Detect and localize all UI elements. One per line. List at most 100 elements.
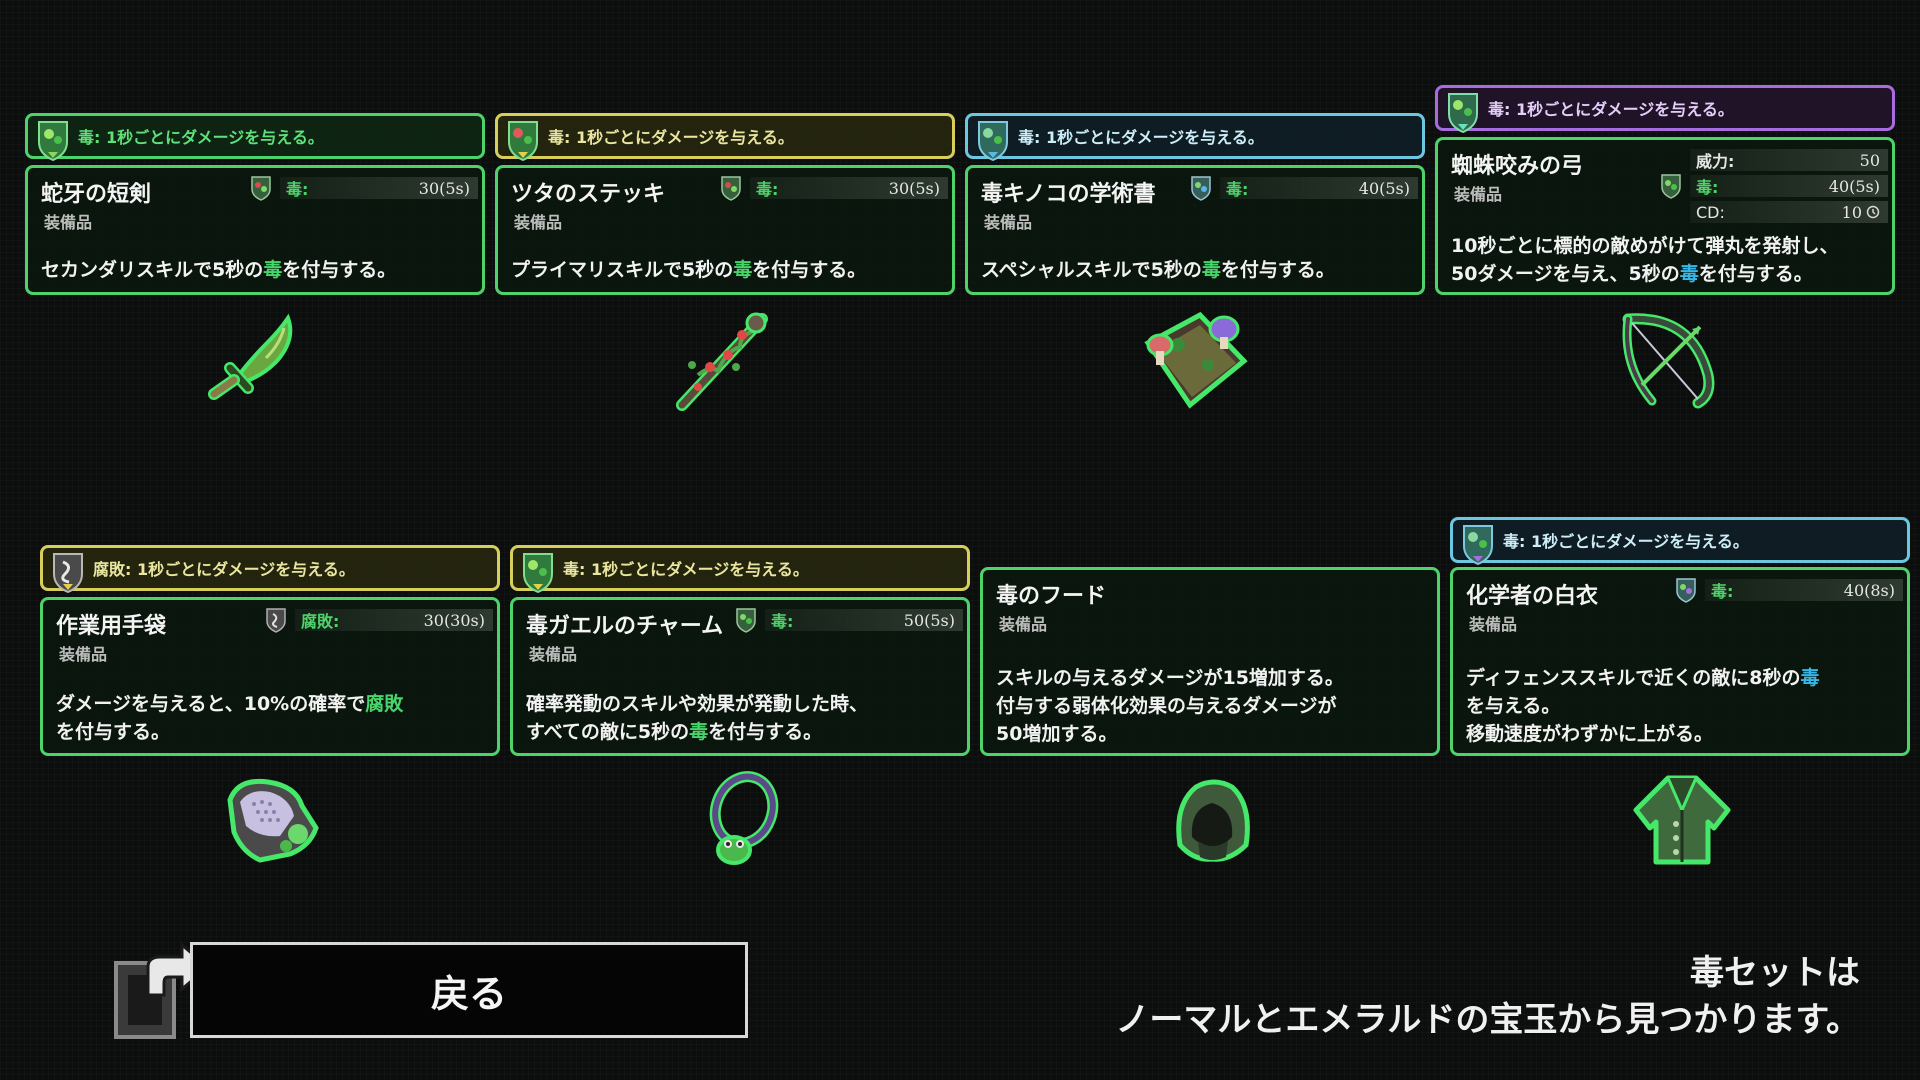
item-info-card: 作業用手袋 装備品 腐敗: 30(30s) ダメージを与えると、10%の確率で腐敗… — [40, 597, 500, 756]
stat-label: 毒: — [1696, 178, 1719, 197]
frog-charm-icon — [709, 771, 779, 865]
poison-shield-icon — [523, 553, 553, 594]
item-card-frog-charm[interactable]: 毒: 1秒ごとにダメージを与える。 毒ガエルのチャーム 装備品 毒: 50(5s)… — [510, 545, 970, 756]
dagger-icon — [208, 313, 293, 400]
item-type: 装備品 — [999, 615, 1048, 634]
item-name: 毒ガエルのチャーム — [526, 614, 724, 639]
stat-poison: 毒: 30(5s) — [720, 176, 948, 201]
item-description: 10秒ごとに標的の敵めがけて弾丸を発射し、 50ダメージを与え、5秒の毒を付与す… — [1451, 235, 1839, 285]
item-description: ディフェンススキルで近くの敵に8秒の毒 を与える。 移動速度がわずかに上がる。 — [1466, 667, 1820, 745]
item-card-poison-hood[interactable]: 毒のフード 装備品 スキルの与えるダメージが15増加する。 付与する弱体化効果の… — [980, 567, 1440, 756]
item-card-work-gloves[interactable]: 腐敗: 1秒ごとにダメージを与える。 作業用手袋 装備品 腐敗: 30(30s) … — [40, 545, 500, 756]
stat-poison: 毒: 40(8s) — [1675, 578, 1903, 603]
poison-shield-icon — [251, 176, 271, 201]
stat-value: 10 — [1841, 202, 1862, 222]
stat-value: 40(8s) — [1843, 580, 1895, 600]
stat-cooldown: CD: 10 — [1660, 200, 1888, 224]
item-type: 装備品 — [1454, 185, 1503, 204]
item-card-chemist-coat[interactable]: 毒: 1秒ごとにダメージを与える。 化学者の白衣 装備品 毒: 40(8s) ディ… — [1450, 517, 1910, 756]
item-info-card: 毒ガエルのチャーム 装備品 毒: 50(5s) 確率発動のスキルや効果が発動した時… — [510, 597, 970, 756]
stat-value: 30(5s) — [888, 178, 940, 198]
item-description: ダメージを与えると、10%の確率で腐敗 を付与する。 — [56, 693, 404, 743]
banner-text: 腐敗: 1秒ごとにダメージを与える。 — [93, 560, 355, 579]
banner-text: 毒: 1秒ごとにダメージを与える。 — [548, 128, 794, 147]
poison-shield-icon — [1676, 578, 1696, 603]
status-banner: 毒: 1秒ごとにダメージを与える。 — [25, 113, 485, 162]
status-banner: 腐敗: 1秒ごとにダメージを与える。 — [40, 545, 500, 594]
stat-value: 30(5s) — [418, 178, 470, 198]
item-type: 装備品 — [529, 645, 578, 664]
mushroom-book-icon — [1144, 311, 1248, 409]
item-type: 装備品 — [44, 213, 93, 232]
item-name: 蜘蛛咬みの弓 — [1451, 154, 1584, 179]
stat-value: 40(5s) — [1358, 178, 1410, 198]
stat-value: 50(5s) — [903, 610, 955, 630]
stat-poison: 毒: 30(5s) — [250, 176, 478, 201]
vine-staff-icon — [676, 312, 768, 411]
item-type: 装備品 — [984, 213, 1033, 232]
item-description: スキルの与えるダメージが15増加する。 付与する弱体化効果の与えるダメージが 5… — [996, 667, 1344, 745]
item-card-mushroom-tome[interactable]: 毒: 1秒ごとにダメージを与える。 毒キノコの学術書 装備品 毒: 40(5s) … — [965, 113, 1425, 295]
item-info-card: ツタのステッキ 装備品 毒: 30(5s) プライマリスキルで5秒の毒を付与する。 — [495, 165, 955, 295]
poison-shield-icon — [978, 121, 1008, 162]
item-card-snake-fang-dagger[interactable]: 毒: 1秒ごとにダメージを与える。 蛇牙の短剣 装備品 毒: 30(5s) セカン… — [25, 113, 485, 295]
rot-shield-icon — [53, 553, 83, 594]
stat-label: 腐敗: — [301, 612, 340, 631]
item-name: ツタのステッキ — [511, 182, 666, 207]
poison-shield-icon — [38, 121, 68, 162]
status-banner: 毒: 1秒ごとにダメージを与える。 — [1450, 517, 1910, 566]
back-button-label: 戻る — [430, 971, 507, 1016]
item-name: 毒のフード — [996, 584, 1107, 609]
stat-value: 50 — [1859, 150, 1880, 170]
banner-text: 毒: 1秒ごとにダメージを与える。 — [1018, 128, 1264, 147]
item-description: プライマリスキルで5秒の毒を付与する。 — [511, 259, 867, 281]
item-type: 装備品 — [59, 645, 108, 664]
glove-icon — [227, 778, 319, 863]
banner-text: 毒: 1秒ごとにダメージを与える。 — [563, 560, 809, 579]
item-card-vine-staff[interactable]: 毒: 1秒ごとにダメージを与える。 ツタのステッキ 装備品 毒: 30(5s) プ… — [495, 113, 955, 295]
item-type: 装備品 — [514, 213, 563, 232]
stat-rot: 腐敗: 30(30s) — [265, 608, 493, 633]
item-description: 確率発動のスキルや効果が発動した時、 すべての敵に5秒の毒を付与する。 — [526, 693, 869, 743]
stat-poison: 毒: 40(5s) — [1190, 176, 1418, 201]
stat-label: 威力: — [1696, 152, 1735, 171]
status-banner: 毒: 1秒ごとにダメージを与える。 — [965, 113, 1425, 162]
item-card-spider-bite-bow[interactable]: 毒: 1秒ごとにダメージを与える。 蜘蛛咬みの弓 装備品 威力: 50 毒: 40(… — [1435, 85, 1895, 295]
poison-shield-icon — [508, 121, 538, 162]
item-name: 蛇牙の短剣 — [41, 182, 152, 207]
stat-poison: 毒: 50(5s) — [735, 608, 963, 633]
stat-poison: 毒: 40(5s) — [1660, 174, 1888, 199]
item-info-card: 蛇牙の短剣 装備品 毒: 30(5s) セカンダリスキルで5秒の毒を付与する。 — [25, 165, 485, 295]
item-description: セカンダリスキルで5秒の毒を付与する。 — [41, 259, 397, 281]
stat-value-wrap: 10 — [1842, 203, 1880, 222]
status-banner: 毒: 1秒ごとにダメージを与える。 — [510, 545, 970, 594]
poison-shield-icon — [1191, 176, 1211, 201]
banner-text: 毒: 1秒ごとにダメージを与える。 — [1503, 532, 1749, 551]
banner-text: 毒: 1秒ごとにダメージを与える。 — [78, 128, 324, 147]
poison-shield-icon — [721, 176, 741, 201]
stat-label: 毒: — [771, 612, 794, 631]
stat-label: 毒: — [1711, 582, 1734, 601]
stat-label: 毒: — [756, 180, 779, 199]
stat-power: 威力: 50 — [1660, 148, 1888, 172]
stat-label: 毒: — [1226, 180, 1249, 199]
stat-value: 40(5s) — [1828, 176, 1880, 196]
poison-shield-icon — [736, 608, 756, 633]
coat-icon — [1633, 775, 1731, 865]
hood-icon — [1176, 779, 1250, 862]
stat-label: 毒: — [286, 180, 309, 199]
stat-value: 30(30s) — [423, 610, 485, 630]
item-info-card: 毒キノコの学術書 装備品 毒: 40(5s) スペシャルスキルで5秒の毒を付与する… — [965, 165, 1425, 295]
poison-shield-icon — [1448, 93, 1478, 134]
status-banner: 毒: 1秒ごとにダメージを与える。 — [1435, 85, 1895, 134]
item-info-card: 蜘蛛咬みの弓 装備品 威力: 50 毒: 40(5s) CD: 10 10秒ごとに標的… — [1435, 137, 1895, 295]
poison-shield-icon — [1463, 525, 1493, 566]
back-button[interactable]: 戻る — [190, 942, 748, 1038]
rot-shield-icon — [266, 608, 286, 633]
item-name: 作業用手袋 — [56, 614, 167, 639]
bow-icon — [1622, 313, 1715, 409]
item-description: スペシャルスキルで5秒の毒を付与する。 — [981, 259, 1335, 281]
info-text-line2: ノーマルとエメラルドの宝玉から見つかります。 — [1115, 1000, 1860, 1040]
stat-label: CD: — [1696, 202, 1725, 222]
status-banner: 毒: 1秒ごとにダメージを与える。 — [495, 113, 955, 162]
